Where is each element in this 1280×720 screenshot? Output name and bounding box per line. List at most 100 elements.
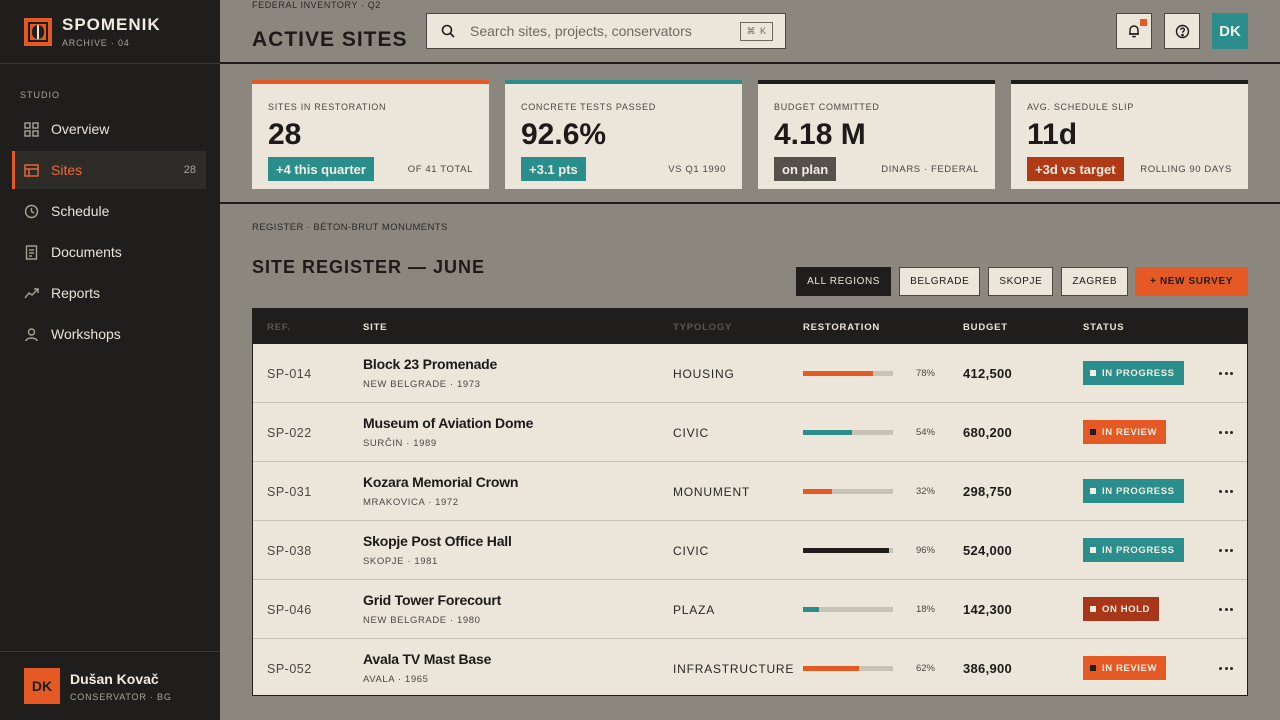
status-square-icon [1090, 547, 1096, 553]
table-row[interactable]: SP-052 Avala TV Mast Base AVALA · 1965 INFR… [253, 639, 1247, 698]
table-row[interactable]: SP-022 Museum of Aviation Dome SURČIN · 19… [253, 403, 1247, 462]
column-header-site[interactable]: SITE [363, 322, 387, 333]
kpi-note: VS Q1 1990 [668, 164, 726, 175]
sidebar-item-label: Documents [51, 244, 122, 260]
site-budget: 680,200 [963, 425, 1013, 440]
kpi-card[interactable]: AVG. SCHEDULE SLIP 11d +3d vs target ROLLIN… [1011, 80, 1248, 189]
column-header-ref[interactable]: REF. [267, 322, 291, 333]
sidebar-item-documents[interactable]: Documents [12, 233, 206, 271]
sidebar-item-overview[interactable]: Overview [12, 110, 206, 148]
kpi-note: ROLLING 90 DAYS [1140, 164, 1232, 175]
restoration-progress-fill [803, 666, 859, 671]
document-icon [24, 244, 39, 260]
site-budget: 142,300 [963, 602, 1013, 617]
table-row[interactable]: SP-014 Block 23 Promenade NEW BELGRADE · 1… [253, 344, 1247, 403]
status-badge: ON HOLD [1083, 597, 1160, 621]
brand-name: SPOMENIK [62, 15, 161, 34]
kpi-card[interactable]: SITES IN RESTORATION 28 +4 this quarter OF … [252, 80, 489, 189]
trend-icon [24, 286, 39, 301]
site-typology: PLAZA [673, 603, 716, 617]
kpi-note: OF 41 TOTAL [407, 164, 473, 175]
kpi-card[interactable]: BUDGET COMMITTED 4.18 M on plan DINARS · FE… [758, 80, 995, 189]
sidebar-section-label: STUDIO [20, 90, 61, 100]
filter-all-regions[interactable]: ALL REGIONS [796, 267, 892, 296]
restoration-progress-fill [803, 430, 852, 435]
more-options-icon[interactable] [1219, 425, 1233, 439]
site-typology: INFRASTRUCTURE [673, 662, 795, 676]
site-ref: SP-022 [267, 426, 312, 440]
search-placeholder: Search sites, projects, conservators [470, 23, 692, 39]
sidebar-item-reports[interactable]: Reports [12, 274, 206, 312]
more-options-icon[interactable] [1219, 366, 1233, 380]
kpi-value: 4.18 M [774, 118, 866, 151]
site-name[interactable]: Kozara Memorial Crown [363, 474, 518, 490]
column-header-typology[interactable]: TYPOLOGY [673, 322, 732, 333]
filter-zagreb[interactable]: ZAGREB [1061, 267, 1129, 296]
kpi-delta-badge: +3.1 pts [521, 157, 586, 181]
site-location: MRAKOVICA · 1972 [363, 497, 459, 508]
restoration-percent: 62% [915, 663, 935, 674]
site-name[interactable]: Museum of Aviation Dome [363, 415, 533, 431]
site-typology: CIVIC [673, 426, 710, 440]
restoration-percent: 96% [915, 545, 935, 556]
grid-icon [24, 121, 39, 137]
status-square-icon [1090, 370, 1096, 376]
avatar[interactable]: DK [1212, 13, 1248, 49]
status-badge: IN PROGRESS [1083, 361, 1184, 385]
person-icon [24, 327, 39, 342]
notifications-button[interactable] [1116, 13, 1152, 49]
brand-logo-icon [24, 18, 52, 46]
site-ref: SP-038 [267, 544, 312, 558]
page-title: ACTIVE SITES [252, 28, 408, 51]
sidebar-item-schedule[interactable]: Schedule [12, 192, 206, 230]
restoration-progress-bar [803, 371, 893, 376]
search-input[interactable]: Search sites, projects, conservators ⌘ K [426, 13, 786, 49]
column-header-restoration[interactable]: RESTORATION [803, 322, 880, 333]
header-divider [220, 62, 1280, 64]
site-name[interactable]: Block 23 Promenade [363, 356, 497, 372]
status-badge: IN REVIEW [1083, 420, 1167, 444]
site-location: SURČIN · 1989 [363, 438, 437, 449]
filter-belgrade[interactable]: BELGRADE [899, 267, 981, 296]
status-square-icon [1090, 665, 1096, 671]
sidebar-item-sites[interactable]: Sites 28 [12, 151, 206, 189]
site-name[interactable]: Skopje Post Office Hall [363, 533, 512, 549]
site-budget: 298,750 [963, 484, 1013, 499]
user-profile[interactable]: DK Dušan Kovač CONSERVATOR · BG [24, 668, 172, 704]
status-badge: IN PROGRESS [1083, 479, 1184, 503]
column-header-status[interactable]: STATUS [1083, 322, 1124, 333]
region-filters: ALL REGIONS BELGRADE SKOPJE ZAGREB + NEW… [788, 267, 1248, 296]
table-row[interactable]: SP-046 Grid Tower Forecourt NEW BELGRADE ·… [253, 580, 1247, 639]
section-divider [220, 202, 1280, 204]
filter-skopje[interactable]: SKOPJE [988, 267, 1054, 296]
table-row[interactable]: SP-031 Kozara Memorial Crown MRAKOVICA · 1… [253, 462, 1247, 521]
more-options-icon[interactable] [1219, 484, 1233, 498]
more-options-icon[interactable] [1219, 602, 1233, 616]
sidebar-item-workshops[interactable]: Workshops [12, 315, 206, 353]
restoration-progress-bar [803, 489, 893, 494]
restoration-percent: 32% [915, 486, 935, 497]
new-survey-button[interactable]: + NEW SURVEY [1135, 267, 1248, 296]
status-badge: IN PROGRESS [1083, 538, 1184, 562]
site-typology: HOUSING [673, 367, 735, 381]
kpi-card[interactable]: CONCRETE TESTS PASSED 92.6% +3.1 pts VS Q1 … [505, 80, 742, 189]
more-options-icon[interactable] [1219, 543, 1233, 557]
more-options-icon[interactable] [1219, 661, 1233, 675]
sidebar-item-label: Workshops [51, 326, 121, 342]
site-name[interactable]: Avala TV Mast Base [363, 651, 491, 667]
kpi-label: CONCRETE TESTS PASSED [521, 102, 656, 112]
help-button[interactable] [1164, 13, 1200, 49]
kpi-value: 92.6% [521, 118, 607, 151]
site-name[interactable]: Grid Tower Forecourt [363, 592, 501, 608]
column-header-budget[interactable]: BUDGET [963, 322, 1008, 333]
brand[interactable]: SPOMENIK ARCHIVE · 04 [24, 16, 161, 48]
status-label: IN REVIEW [1102, 662, 1158, 674]
status-label: IN PROGRESS [1102, 367, 1175, 379]
table-row[interactable]: SP-038 Skopje Post Office Hall SKOPJE · 19… [253, 521, 1247, 580]
status-label: IN PROGRESS [1102, 544, 1175, 556]
site-typology: MONUMENT [673, 485, 751, 499]
site-ref: SP-014 [267, 367, 312, 381]
site-location: AVALA · 1965 [363, 674, 429, 685]
site-typology: CIVIC [673, 544, 710, 558]
register-eyebrow: REGISTER · BÉTON-BRUT MONUMENTS [252, 222, 448, 233]
